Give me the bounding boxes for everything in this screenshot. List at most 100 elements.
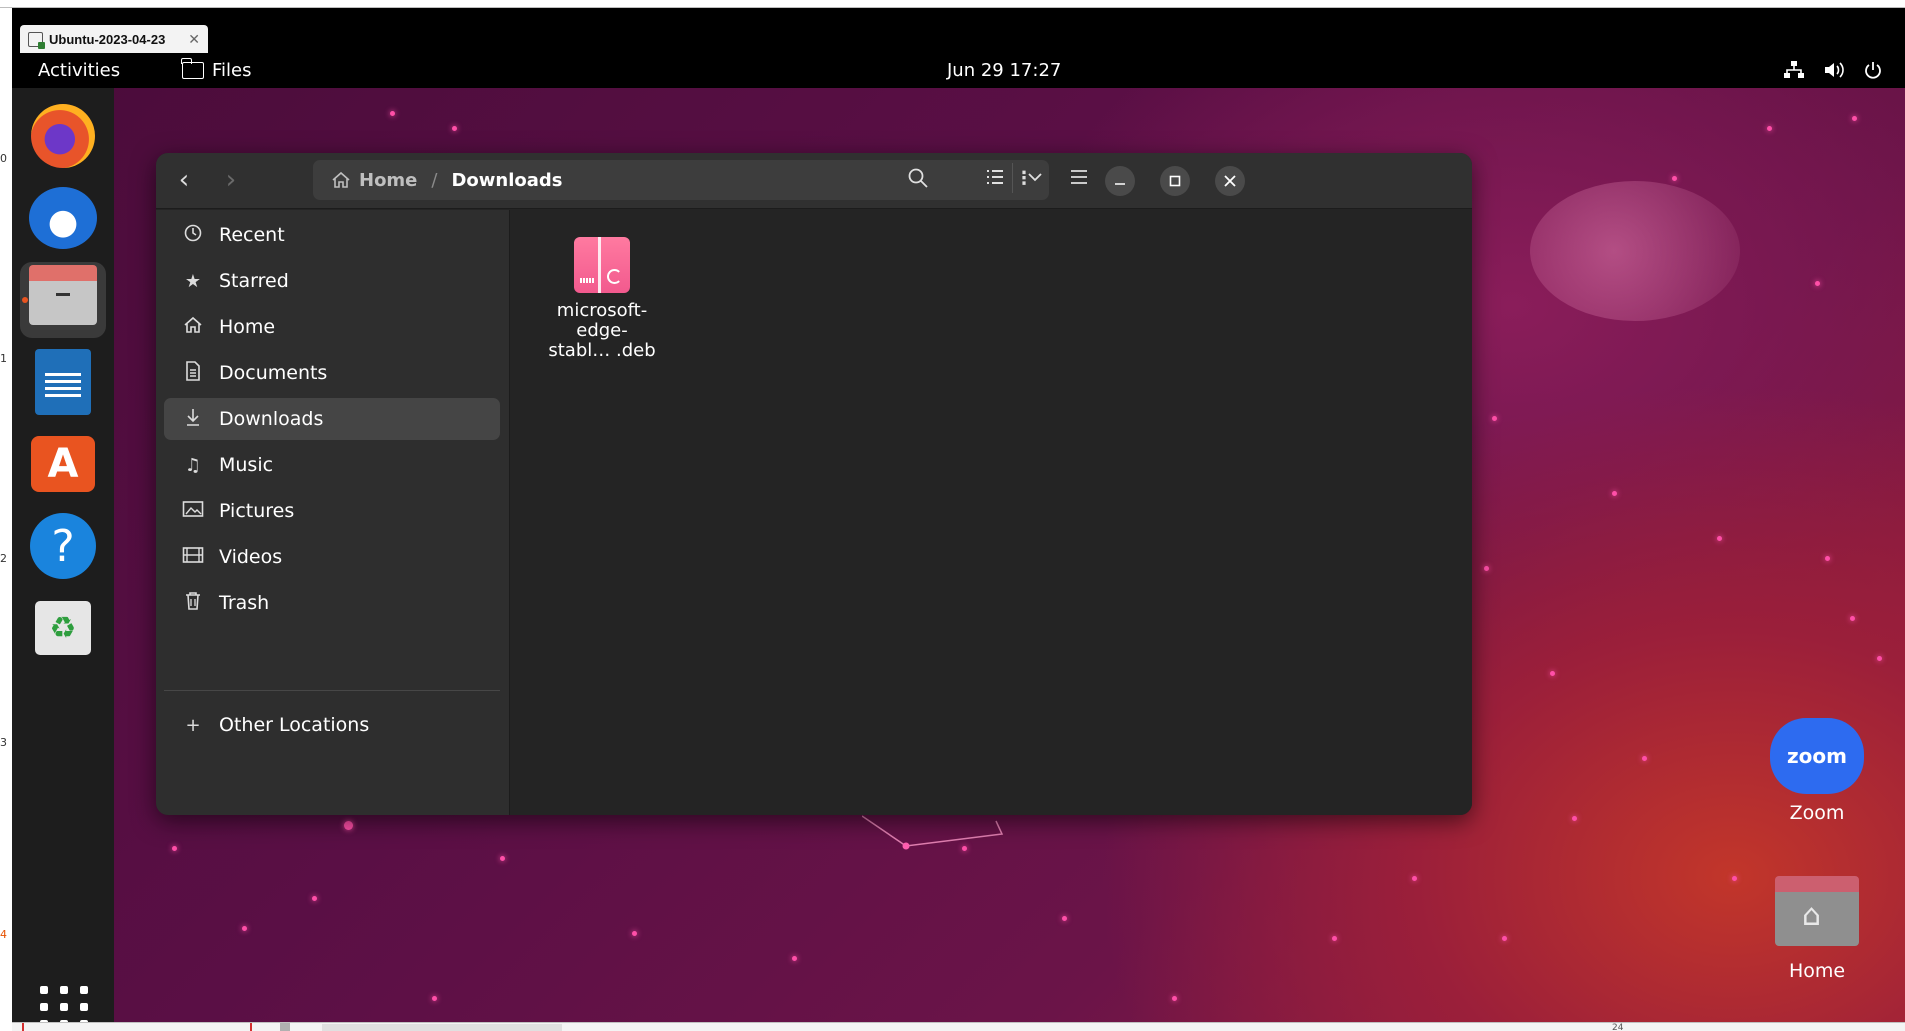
wallpaper-star bbox=[1572, 816, 1577, 821]
sidebar-item-label: Pictures bbox=[219, 500, 295, 522]
wallpaper-star bbox=[1412, 876, 1417, 881]
sidebar-item-documents[interactable]: Documents bbox=[164, 352, 500, 394]
host-bottom-text: 24 bbox=[1612, 1023, 1624, 1031]
system-tray[interactable] bbox=[1783, 60, 1883, 85]
dock-files[interactable] bbox=[20, 262, 106, 338]
wallpaper-star bbox=[500, 856, 505, 861]
sidebar-item-downloads[interactable]: Downloads bbox=[164, 398, 500, 440]
wallpaper-constellation bbox=[862, 815, 1004, 850]
desktop-icon-zoom[interactable]: zoom Zoom bbox=[1757, 718, 1877, 824]
wallpaper-star bbox=[1850, 616, 1855, 621]
deb-package-icon bbox=[574, 237, 630, 293]
file-view[interactable]: microsoft- edge- stabl… .deb bbox=[511, 210, 1472, 815]
wallpaper-star bbox=[1815, 281, 1820, 286]
picture-icon bbox=[182, 500, 204, 523]
wallpaper-moon bbox=[1530, 181, 1740, 321]
sidebar-item-pictures[interactable]: Pictures bbox=[164, 490, 500, 532]
search-button[interactable] bbox=[907, 167, 929, 194]
view-options-button[interactable] bbox=[1026, 167, 1044, 192]
firefox-icon bbox=[31, 104, 95, 168]
app-menu[interactable]: Files bbox=[181, 58, 252, 81]
wallpaper-star bbox=[1877, 656, 1882, 661]
zoom-logo-icon: zoom bbox=[1770, 718, 1864, 794]
desktop-icon-label: Home bbox=[1788, 960, 1846, 982]
toolbar-divider bbox=[1012, 163, 1013, 193]
back-button[interactable]: ‹ bbox=[169, 167, 199, 195]
wallpaper-star bbox=[1852, 116, 1857, 121]
show-apps-grid-icon[interactable] bbox=[40, 986, 88, 1022]
wallpaper-star bbox=[1492, 416, 1497, 421]
ubuntu-desktop: Activities Files Jun 29 17:27 A ? ♻ ‹ › … bbox=[12, 56, 1905, 1022]
sidebar-item-label: Music bbox=[219, 454, 274, 476]
dock-thunderbird[interactable] bbox=[20, 180, 106, 256]
app-menu-label: Files bbox=[212, 60, 252, 81]
volume-icon[interactable] bbox=[1823, 60, 1845, 85]
network-icon[interactable] bbox=[1783, 60, 1805, 85]
wallpaper-star bbox=[632, 931, 637, 936]
wallpaper-star bbox=[1062, 916, 1067, 921]
main-menu-button[interactable] bbox=[1069, 167, 1089, 192]
trash-icon bbox=[182, 591, 204, 616]
star-icon: ★ bbox=[184, 270, 202, 292]
maximize-button[interactable] bbox=[1160, 166, 1190, 196]
clock[interactable]: Jun 29 17:27 bbox=[947, 60, 1061, 81]
gnome-top-bar: Activities Files Jun 29 17:27 bbox=[12, 56, 1905, 88]
wallpaper-star bbox=[1550, 671, 1555, 676]
video-icon bbox=[182, 546, 204, 569]
sidebar-item-label: Videos bbox=[219, 546, 283, 568]
wallpaper-star bbox=[1672, 176, 1677, 181]
sidebar-item-videos[interactable]: Videos bbox=[164, 536, 500, 578]
path-separator: / bbox=[431, 169, 438, 191]
clock-icon bbox=[182, 223, 204, 248]
path-bar[interactable]: Home / Downloads ⋮ bbox=[313, 160, 1049, 200]
host-screen: Ubuntu-2023-04-23 ✕ 0 1 2 3 4 Activities… bbox=[0, 0, 1905, 1031]
download-icon bbox=[182, 407, 204, 432]
document-icon bbox=[182, 360, 204, 386]
dock-help[interactable]: ? bbox=[20, 508, 106, 584]
power-icon[interactable] bbox=[1863, 60, 1883, 85]
dock-trash[interactable]: ♻ bbox=[20, 590, 106, 666]
host-taskbar-strip: 24 bbox=[12, 1022, 1905, 1031]
minimize-icon bbox=[1115, 183, 1125, 185]
home-folder-icon: ⌂ bbox=[1775, 876, 1859, 946]
sidebar-item-label: Recent bbox=[219, 224, 285, 246]
path-home-button[interactable]: Home bbox=[331, 170, 417, 191]
music-icon: ♫ bbox=[184, 454, 202, 476]
wallpaper-star bbox=[172, 846, 177, 851]
chevron-down-icon bbox=[1028, 173, 1042, 182]
activities-button[interactable]: Activities bbox=[38, 60, 120, 81]
wallpaper-star bbox=[312, 896, 317, 901]
dock-writer[interactable] bbox=[20, 344, 106, 420]
wallpaper-star bbox=[792, 956, 797, 961]
dock-app-store[interactable]: A bbox=[20, 426, 106, 502]
sidebar-item-starred[interactable]: ★ Starred bbox=[164, 260, 500, 302]
sidebar-item-label: Documents bbox=[219, 362, 328, 384]
wallpaper-star bbox=[344, 821, 353, 830]
wallpaper-star bbox=[1502, 936, 1507, 941]
sidebar-item-home[interactable]: Home bbox=[164, 306, 500, 348]
ruler-number: 2 bbox=[0, 552, 7, 565]
sidebar-item-recent[interactable]: Recent bbox=[164, 214, 500, 256]
path-current-folder[interactable]: Downloads bbox=[451, 170, 562, 191]
sidebar-item-label: Starred bbox=[219, 270, 289, 292]
file-item[interactable]: microsoft- edge- stabl… .deb bbox=[531, 237, 673, 361]
host-vm-tab[interactable]: Ubuntu-2023-04-23 ✕ bbox=[20, 25, 208, 53]
places-sidebar: Recent ★ Starred Home Documents Download… bbox=[156, 210, 510, 815]
minimize-button[interactable] bbox=[1105, 166, 1135, 196]
list-view-button[interactable] bbox=[985, 167, 1005, 192]
tab-close-icon[interactable]: ✕ bbox=[188, 31, 200, 48]
sidebar-item-music[interactable]: ♫ Music bbox=[164, 444, 500, 486]
dock-firefox[interactable] bbox=[20, 98, 106, 174]
writer-icon bbox=[35, 349, 91, 415]
plus-icon: + bbox=[185, 714, 201, 736]
hamburger-menu-icon bbox=[1071, 170, 1087, 184]
close-button[interactable] bbox=[1215, 166, 1245, 196]
wallpaper-star bbox=[1484, 566, 1489, 571]
sidebar-item-trash[interactable]: Trash bbox=[164, 582, 500, 624]
folder-icon bbox=[181, 58, 204, 79]
forward-button[interactable]: › bbox=[216, 167, 246, 195]
sidebar-item-label: Home bbox=[219, 316, 276, 338]
dock: A ? ♻ bbox=[12, 88, 114, 1022]
sidebar-item-other-locations[interactable]: + Other Locations bbox=[164, 704, 500, 746]
desktop-icon-home[interactable]: ⌂ Home bbox=[1757, 876, 1877, 982]
